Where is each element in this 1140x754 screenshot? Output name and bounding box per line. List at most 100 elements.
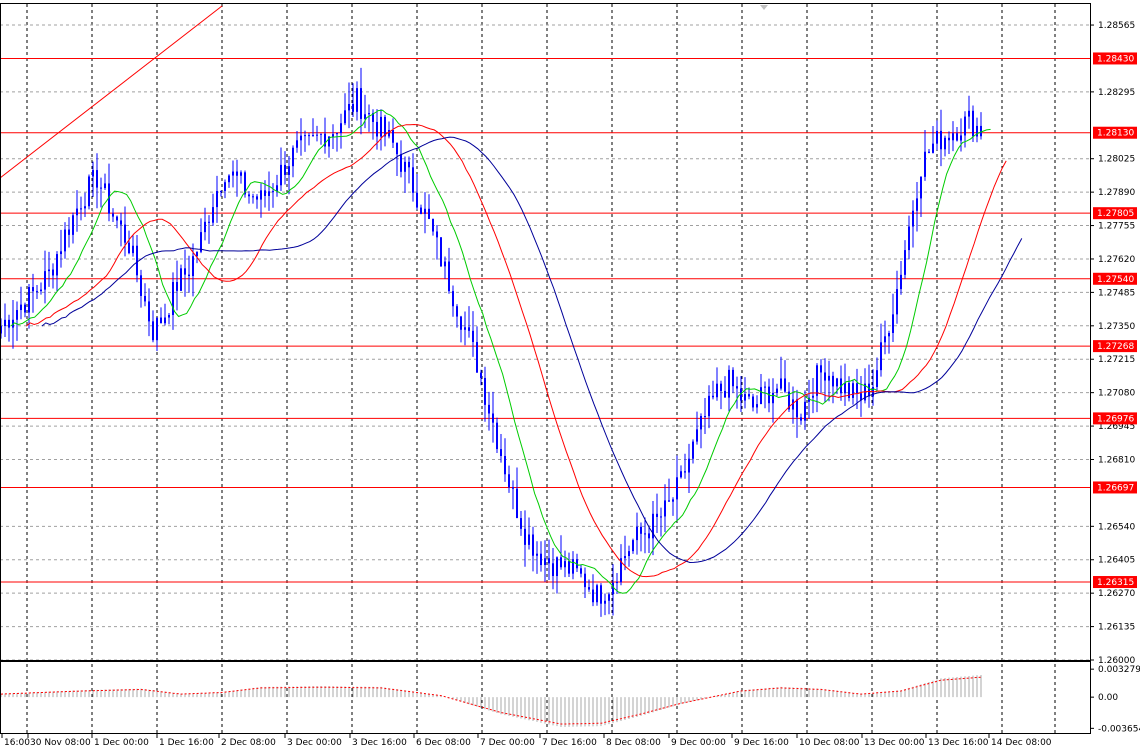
candle-body	[640, 526, 642, 534]
price-chart[interactable]: 1.28565 1.28295 1.28025 1.27890 1.27755 1.276…	[0, 0, 1140, 754]
candle-body	[32, 287, 34, 292]
candle-body	[624, 556, 626, 559]
x-tick-label: 2 Dec 08:00	[221, 738, 276, 748]
candle-body	[440, 237, 442, 267]
candle-body	[336, 133, 338, 135]
candle-body	[484, 377, 486, 405]
candle-body	[176, 282, 178, 291]
candle-body	[680, 471, 682, 478]
candle-body	[472, 330, 474, 343]
candle-body	[16, 310, 18, 320]
candle-body	[700, 416, 702, 430]
x-tick-label: 7 Dec 00:00	[480, 738, 535, 748]
candle-body	[68, 229, 70, 235]
candle-body	[692, 441, 694, 459]
candle-body	[408, 161, 410, 168]
candle-body	[196, 251, 198, 257]
candle-body	[388, 130, 390, 137]
candle-body	[332, 134, 334, 137]
candle-body	[220, 190, 222, 192]
candle-body	[272, 191, 274, 193]
candle-body	[304, 135, 306, 137]
candle-body	[156, 317, 158, 341]
candle-body	[56, 254, 58, 276]
candle-body	[856, 383, 858, 394]
candle-body	[564, 561, 566, 568]
candle-body	[416, 192, 418, 208]
candle-body	[504, 455, 506, 475]
candle-body	[240, 172, 242, 176]
candle-body	[940, 130, 942, 150]
x-tick-label: 3 Dec 16:00	[352, 738, 407, 748]
candle-body	[148, 301, 150, 322]
candle-body	[596, 585, 598, 603]
candle-body	[424, 208, 426, 214]
candle-body	[508, 474, 510, 488]
candle-body	[520, 518, 522, 529]
candle-body	[572, 559, 574, 574]
candle-body	[348, 103, 350, 111]
candle-body	[644, 533, 646, 535]
x-tick-label: 6 Dec 08:00	[416, 738, 471, 748]
candle-body	[924, 151, 926, 177]
candle-body	[320, 133, 322, 135]
candle-body	[4, 319, 6, 327]
candle-body	[724, 390, 726, 398]
candle-body	[232, 171, 234, 176]
candle-body	[204, 221, 206, 233]
candle-body	[580, 568, 582, 574]
candle-body	[964, 116, 966, 136]
candle-body	[216, 191, 218, 208]
candle-body	[828, 375, 830, 381]
y-tick-label: 1.26810	[1098, 455, 1135, 465]
candle-body	[476, 342, 478, 373]
level-label: 1.27268	[1097, 342, 1134, 352]
candle-body	[816, 365, 818, 396]
candle-body	[144, 295, 146, 302]
y-tick-label: 1.27485	[1098, 288, 1135, 298]
y-tick-label: 1.26405	[1098, 556, 1135, 566]
candle-body	[404, 161, 406, 172]
candle-body	[852, 383, 854, 398]
candle-body	[168, 314, 170, 318]
candle-body	[392, 130, 394, 143]
candle-body	[548, 558, 550, 564]
candle-body	[608, 594, 610, 601]
y-tick-label: 1.26270	[1098, 589, 1135, 599]
candle-body	[412, 167, 414, 193]
candle-body	[224, 182, 226, 191]
candle-body	[560, 557, 562, 568]
x-tick-label: 14 Dec 08:00	[991, 738, 1052, 748]
candle-body	[80, 208, 82, 210]
candle-body	[112, 213, 114, 217]
candle-body	[252, 196, 254, 198]
candle-body	[904, 250, 906, 275]
candle-body	[292, 147, 294, 167]
candle-body	[592, 589, 594, 603]
level-label: 1.27805	[1097, 209, 1134, 219]
candle-body	[544, 558, 546, 566]
candle-body	[500, 449, 502, 456]
candle-body	[972, 110, 974, 137]
candle-body	[516, 488, 518, 519]
candle-body	[92, 170, 94, 177]
candle-body	[776, 388, 778, 393]
candle-body	[464, 327, 466, 330]
candle-body	[396, 142, 398, 155]
candle-body	[308, 135, 310, 137]
x-tick-label: 16:00	[4, 738, 30, 748]
candle-body	[236, 171, 238, 176]
osc-tick-label: 0.00	[1098, 693, 1118, 703]
candle-body	[448, 261, 450, 292]
candle-body	[804, 401, 806, 421]
candle-body	[360, 88, 362, 119]
candle-body	[664, 500, 666, 517]
candle-body	[420, 207, 422, 214]
candle-body	[496, 422, 498, 450]
candle-body	[188, 274, 190, 277]
candle-body	[28, 287, 30, 313]
candle-body	[64, 229, 66, 252]
osc-tick-label: 0.003279	[1098, 665, 1140, 675]
y-tick-label: 1.28295	[1098, 88, 1135, 98]
candle-body	[588, 587, 590, 590]
